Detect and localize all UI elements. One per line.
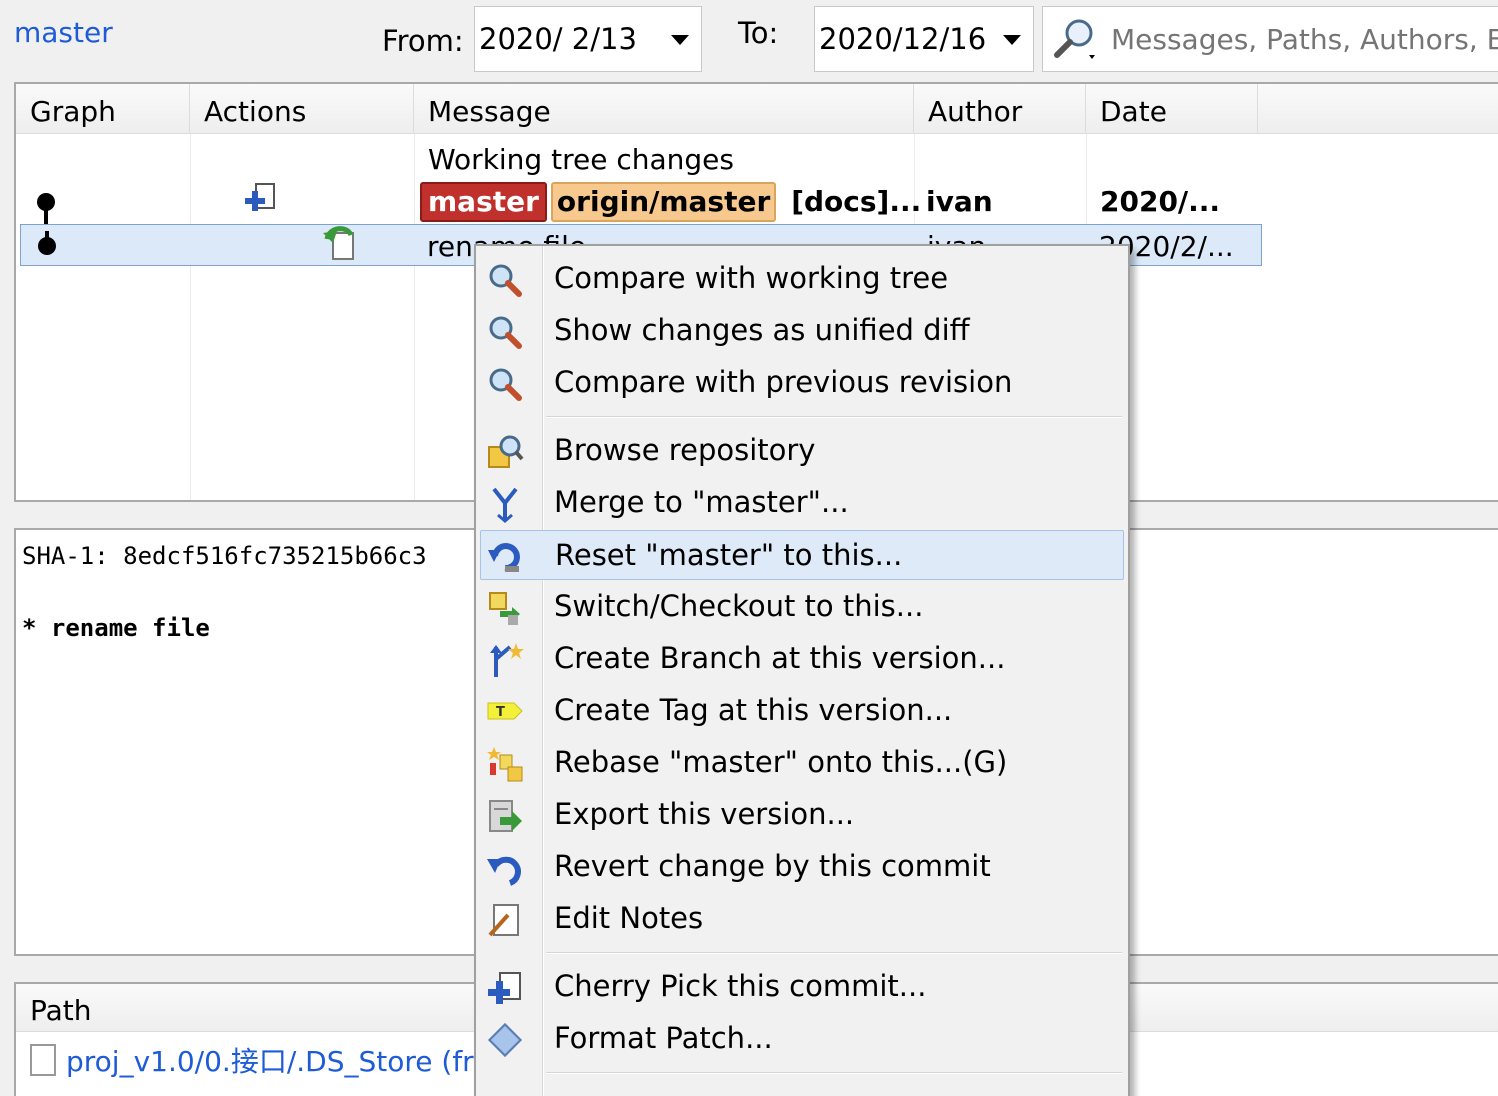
table-row[interactable]: master origin/master [docs]... ivan 2020/… [16, 180, 1258, 248]
commit-date: 2020/... [1100, 185, 1221, 218]
menu-item-switch-checkout[interactable]: Switch/Checkout to this... [480, 582, 1124, 632]
menu-item-label: Create Branch at this version... [554, 641, 1006, 675]
menu-item-create-branch[interactable]: Create Branch at this version... [480, 634, 1124, 684]
cherry-pick-action-icon[interactable] [242, 180, 282, 220]
rebase-icon [487, 747, 523, 782]
commit-message: Working tree changes [428, 143, 734, 176]
log-header: Graph Actions Message Author Date [16, 84, 1498, 134]
menu-item-compare-working-tree[interactable]: Compare with working tree [480, 254, 1124, 304]
ref-badge-origin-master[interactable]: origin/master [550, 182, 777, 222]
reset-icon [488, 543, 520, 572]
table-row[interactable]: Working tree changes [16, 138, 1258, 180]
to-date-value: 2020/12/16 [819, 22, 987, 56]
column-header-path[interactable]: Path [30, 994, 92, 1027]
search-icon[interactable] [1049, 15, 1101, 63]
browse-repo-icon [488, 435, 524, 468]
file-path: proj_v1.0/0.接口/.DS_Store (fr [66, 1045, 474, 1078]
branch-icon [490, 643, 524, 677]
menu-item-revert[interactable]: Revert change by this commit [480, 842, 1124, 892]
menu-item-label: Switch/Checkout to this... [554, 589, 924, 623]
menu-separator [546, 1072, 1122, 1074]
chevron-down-icon[interactable] [1003, 35, 1021, 45]
merge-icon [492, 487, 518, 523]
ref-badge-master[interactable]: master [420, 182, 547, 222]
menu-item-browse-repository[interactable]: Browse repository [480, 426, 1124, 476]
column-header-message[interactable]: Message [414, 84, 914, 134]
menu-item-label: Create Tag at this version... [554, 693, 953, 727]
patch-icon [488, 1023, 522, 1057]
menu-item-cherry-pick[interactable]: Cherry Pick this commit... [480, 962, 1124, 1012]
menu-item-format-patch[interactable]: Format Patch... [480, 1014, 1124, 1064]
from-date-picker[interactable]: 2020/ 2/13 [474, 6, 702, 72]
menu-item-label: Merge to "master"... [554, 485, 849, 519]
tag-icon: T [487, 702, 523, 720]
menu-item-create-tag[interactable]: T Create Tag at this version... [480, 686, 1124, 736]
context-menu: Compare with working tree Show changes a… [474, 244, 1130, 1096]
column-header-date[interactable]: Date [1086, 84, 1258, 134]
commit-message: master origin/master [docs]... [420, 180, 921, 222]
search-input[interactable] [1111, 22, 1498, 56]
column-header-graph[interactable]: Graph [16, 84, 190, 134]
menu-item-label: Edit Notes [554, 901, 704, 935]
menu-item-label: Export this version... [554, 797, 855, 831]
chevron-down-icon[interactable] [671, 35, 689, 45]
svg-text:T: T [496, 705, 505, 720]
magnifier-icon [489, 368, 522, 401]
menu-item-reset[interactable]: Reset "master" to this... [480, 530, 1124, 580]
menu-separator [546, 952, 1122, 954]
graph-node-icon [38, 231, 56, 255]
commit-sha: SHA-1: 8edcf516fc735215b66c3 [22, 542, 427, 570]
menu-item-merge[interactable]: Merge to "master"... [480, 478, 1124, 528]
menu-item-compare-previous[interactable]: Compare with previous revision [480, 358, 1124, 408]
menu-item-unified-diff[interactable]: Show changes as unified diff [480, 306, 1124, 356]
from-date-value: 2020/ 2/13 [479, 22, 637, 56]
column-header-author[interactable]: Author [914, 84, 1086, 134]
cherry-pick-icon [488, 972, 521, 1004]
menu-item-label: Compare with previous revision [554, 365, 1013, 399]
menu-separator [546, 416, 1122, 418]
export-icon [489, 800, 522, 832]
menu-item-label: Revert change by this commit [554, 849, 991, 883]
revert-icon [487, 856, 521, 886]
menu-item-edit-notes[interactable]: Edit Notes [480, 894, 1124, 944]
commit-full-message: * rename file [22, 614, 210, 642]
checkout-icon [489, 592, 520, 625]
menu-item-label: Show changes as unified diff [554, 313, 970, 347]
menu-item-label: Compare with working tree [554, 261, 949, 295]
menu-item-label: Rebase "master" onto this...(G) [554, 745, 1008, 779]
list-item[interactable]: proj_v1.0/0.接口/.DS_Store (fr [30, 1040, 474, 1080]
magnifier-icon [489, 264, 522, 297]
commit-author: ivan [926, 185, 993, 218]
notes-icon [488, 904, 519, 937]
menu-item-label: Format Patch... [554, 1021, 773, 1055]
from-label: From: [382, 24, 464, 58]
to-date-picker[interactable]: 2020/12/16 [814, 6, 1034, 72]
to-label: To: [738, 16, 779, 50]
branch-link[interactable]: master [14, 16, 113, 49]
menu-item-export[interactable]: Export this version... [480, 790, 1124, 840]
menu-item-label: Reset "master" to this... [555, 538, 903, 572]
menu-item-rebase[interactable]: Rebase "master" onto this...(G) [480, 738, 1124, 788]
menu-item-label: Cherry Pick this commit... [554, 969, 927, 1003]
menu-item-label: Browse repository [554, 433, 816, 467]
magnifier-icon [489, 316, 522, 349]
search-box[interactable] [1042, 6, 1498, 72]
file-icon [30, 1044, 56, 1076]
revert-action-icon[interactable] [321, 221, 363, 263]
column-header-actions[interactable]: Actions [190, 84, 414, 134]
commit-message-text: [docs]... [791, 185, 922, 218]
